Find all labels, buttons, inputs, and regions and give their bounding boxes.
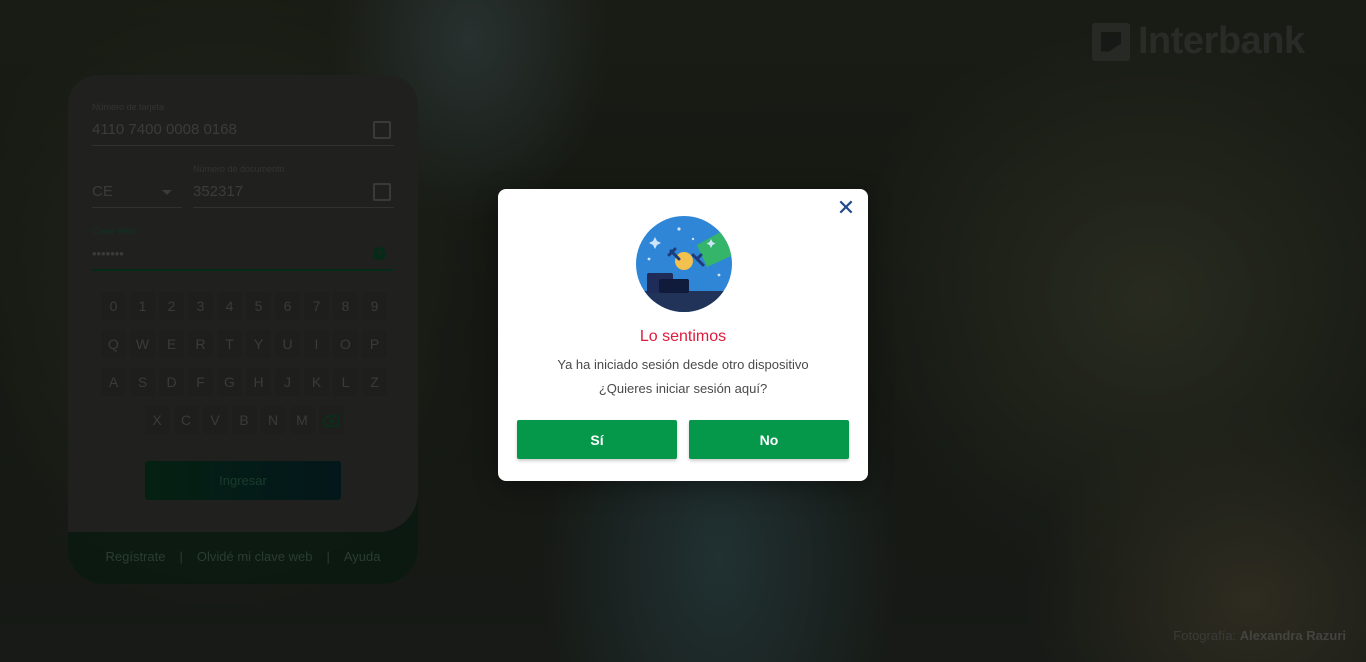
close-icon[interactable]: ✕	[836, 198, 856, 220]
dialog-title: Lo sentimos	[639, 328, 727, 345]
no-button[interactable]: No	[689, 420, 849, 459]
dialog-question: ¿Quieres iniciar sesión aquí?	[598, 381, 768, 396]
session-conflict-dialog: ✕ Lo sentimos Ya ha iniciado sesión desd…	[498, 189, 868, 481]
yes-button[interactable]: Sí	[517, 420, 677, 459]
dialog-message: Ya ha iniciado sesión desde otro disposi…	[557, 357, 809, 372]
tools-illustration-icon	[636, 216, 732, 312]
